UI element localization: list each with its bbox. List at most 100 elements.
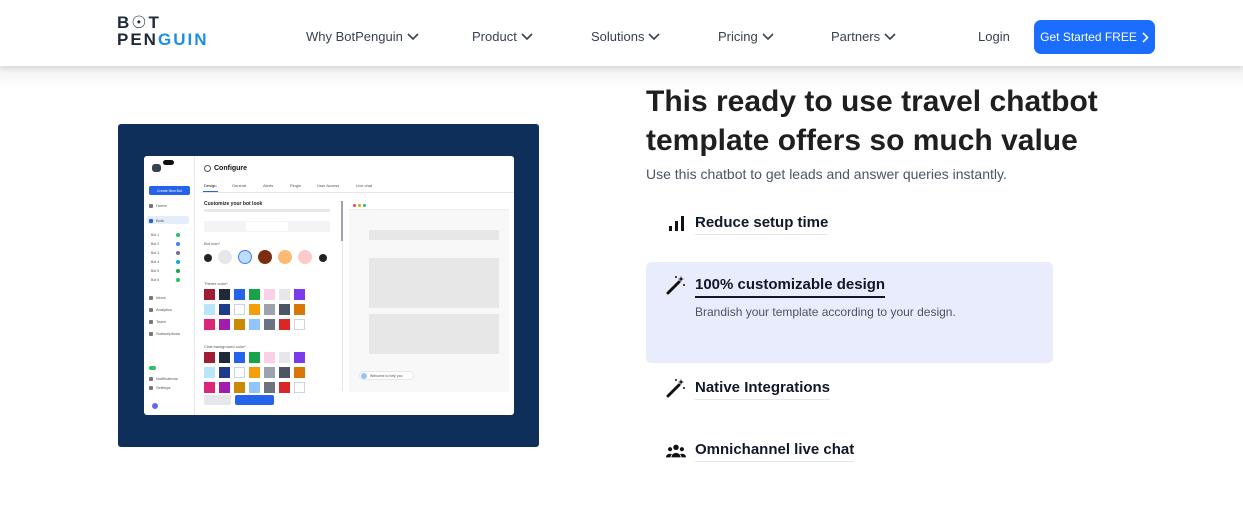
color-swatch — [234, 319, 245, 330]
preview-avatar — [152, 403, 158, 409]
color-swatch — [294, 382, 305, 393]
get-started-button[interactable]: Get Started FREE — [1034, 20, 1155, 54]
page-subheadline: Use this chatbot to get leads and answer… — [646, 166, 1007, 182]
preview-sidebar: Create New Bot Home Bots Bot 1 Bot 2 Bot… — [144, 156, 195, 415]
chat-placeholder-bar — [369, 258, 499, 308]
bot-avatar — [298, 250, 312, 264]
color-swatch — [249, 382, 260, 393]
preview-sidebar-item: Subscriptions — [149, 331, 180, 336]
color-swatch — [204, 352, 215, 363]
color-swatch — [219, 304, 230, 315]
nav-product[interactable]: Product — [472, 29, 533, 44]
color-swatch — [234, 304, 245, 315]
preview-sidebar-item: Bots — [149, 218, 164, 223]
whatsapp-icon — [176, 233, 180, 237]
botpenguin-logo[interactable]: B☉T PENGUIN — [117, 14, 208, 48]
color-swatch — [249, 304, 260, 315]
preview-sidebar-item: Team — [149, 319, 166, 324]
bot-avatar — [238, 250, 252, 264]
color-swatch — [294, 304, 305, 315]
chat-placeholder-bar — [369, 230, 499, 240]
feature-native-integrations[interactable]: Native Integrations — [695, 379, 831, 400]
feature-icon-customizable — [666, 275, 686, 295]
color-swatch — [204, 304, 215, 315]
color-swatch — [204, 367, 215, 378]
tabs-divider — [201, 192, 514, 193]
chevron-right-icon — [319, 254, 327, 262]
preview-configure-title: Configure — [214, 165, 248, 172]
color-swatch — [219, 319, 230, 330]
preview-tab: Live chat — [356, 183, 373, 188]
logo-bottom-text: PENGUIN — [117, 30, 209, 49]
preview-tab: User Access — [317, 183, 340, 188]
preview-bot-row: Bot 4 — [151, 260, 160, 264]
color-swatch — [264, 382, 275, 393]
color-swatch — [279, 304, 290, 315]
configure-screenshot: Create New Bot Home Bots Bot 1 Bot 2 Bot… — [144, 156, 514, 415]
color-swatch — [264, 352, 275, 363]
color-swatch — [234, 289, 245, 300]
preview-sidebar-item: Settings — [149, 385, 170, 390]
color-swatch — [279, 319, 290, 330]
bot-avatar — [278, 250, 292, 264]
preview-save-button — [235, 395, 274, 405]
preview-discard-button — [204, 395, 231, 405]
window-dot-icon — [358, 204, 361, 207]
color-swatch — [219, 352, 230, 363]
preview-sidebar-item: Inbox — [149, 295, 166, 300]
nav-solutions[interactable]: Solutions — [591, 29, 661, 44]
preview-tab: Alerts — [263, 183, 274, 188]
color-swatch — [219, 382, 230, 393]
users-icon — [666, 444, 686, 458]
chat-window-titlebar — [349, 202, 509, 210]
preview-customize-subtext — [204, 209, 330, 212]
nav-why-botpenguin[interactable]: Why BotPenguin — [306, 29, 419, 44]
login-link[interactable]: Login — [978, 29, 1010, 44]
logo-top-text: B☉T — [117, 13, 161, 32]
preview-badge — [163, 160, 174, 165]
feature-customizable-description: Brandish your template according to your… — [695, 305, 956, 319]
feature-omnichannel-live-chat[interactable]: Omnichannel live chat — [695, 441, 855, 462]
feature-reduce-setup-time[interactable]: Reduce setup time — [695, 214, 829, 235]
chevron-right-icon — [1142, 31, 1149, 43]
feature-customizable-design[interactable]: 100% customizable design — [695, 276, 886, 298]
feature-icon-integrations — [666, 378, 686, 398]
chevron-down-icon — [648, 32, 661, 40]
chat-greeting-bubble: Welcome to help you — [359, 371, 414, 380]
preview-customize-title: Customize your bot look — [204, 201, 263, 207]
color-swatch — [249, 289, 260, 300]
color-swatch — [204, 289, 215, 300]
chevron-left-icon — [204, 254, 212, 262]
nav-partners[interactable]: Partners — [831, 29, 896, 44]
back-arrow-icon — [204, 165, 211, 172]
preview-sidebar-item: Notifications — [149, 376, 178, 381]
color-swatch — [249, 367, 260, 378]
window-dot-icon — [363, 204, 366, 207]
bot-avatar — [258, 250, 272, 264]
bar-chart-icon — [669, 216, 684, 231]
color-swatch — [264, 367, 275, 378]
preview-create-bot-button: Create New Bot — [149, 186, 190, 195]
color-swatch — [279, 367, 290, 378]
preview-bot-row: Bot 2 — [151, 242, 160, 246]
color-swatch — [234, 352, 245, 363]
color-swatch — [294, 352, 305, 363]
color-swatch — [264, 304, 275, 315]
theme-color-label: Theme color* — [204, 281, 228, 286]
chevron-down-icon — [884, 32, 896, 40]
whatsapp-icon — [176, 278, 180, 282]
preview-bot-row: Bot 5 — [151, 269, 160, 273]
color-swatch — [219, 289, 230, 300]
color-swatch — [279, 352, 290, 363]
chat-bg-label: Chat background color* — [204, 344, 246, 349]
preview-bot-row: Bot 6 — [151, 278, 160, 282]
chevron-down-icon — [521, 32, 533, 40]
color-swatch — [264, 319, 275, 330]
chat-icon — [176, 269, 180, 273]
chat-placeholder-bar — [369, 314, 499, 354]
color-swatch — [234, 367, 245, 378]
preview-chat-window: Welcome to help you — [349, 202, 509, 392]
nav-pricing[interactable]: Pricing — [718, 29, 774, 44]
color-swatch — [294, 289, 305, 300]
color-swatch — [264, 289, 275, 300]
